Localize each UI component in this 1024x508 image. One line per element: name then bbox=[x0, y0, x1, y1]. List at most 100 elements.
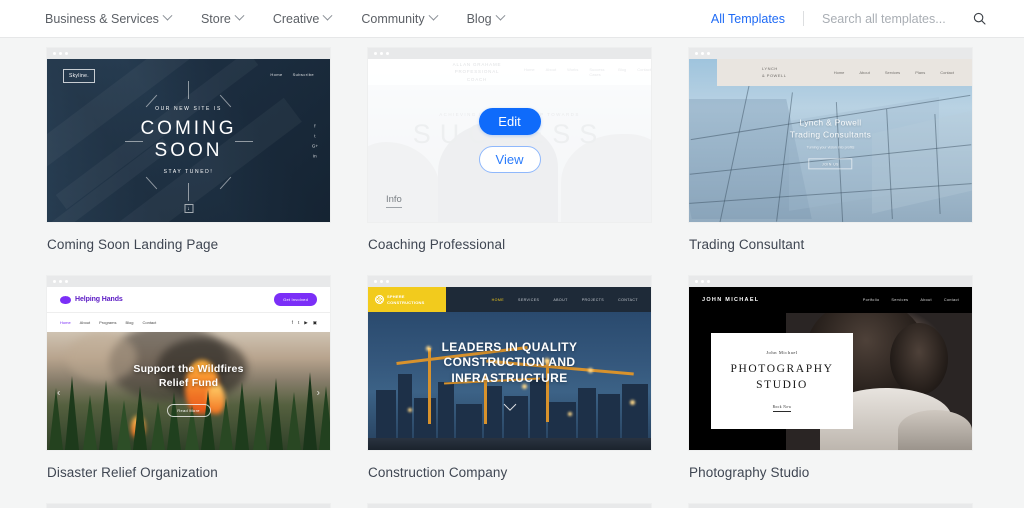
template-card-partial[interactable] bbox=[689, 504, 972, 508]
preview-headline-line1: LEADERS IN QUALITY bbox=[441, 340, 578, 354]
chrome-dot bbox=[65, 280, 68, 283]
preview-nav-item-active: HOME bbox=[491, 297, 505, 302]
template-thumbnail[interactable]: Skyline. Home Subscribe OUR NEW SITE IS … bbox=[47, 48, 330, 222]
preview-card-button: Book Now bbox=[772, 405, 792, 412]
preview-topbar: SPHERE CONSTRUCTIONS HOME SERVICES ABOUT… bbox=[368, 287, 651, 312]
nav-item-business-services[interactable]: Business & Services bbox=[45, 10, 173, 26]
preview-nav-item: CONTACT bbox=[618, 297, 638, 302]
template-preview: Helping Hands Get Involved Home About Pr… bbox=[47, 287, 330, 450]
carousel-prev-icon: ‹ bbox=[57, 387, 61, 399]
browser-chrome-bar bbox=[368, 504, 651, 508]
search-input[interactable] bbox=[822, 11, 957, 26]
chrome-dot bbox=[374, 280, 377, 283]
template-card-trading-consultant[interactable]: LYNCH & POWELL Home About Services Plans… bbox=[689, 48, 972, 252]
header-right: All Templates bbox=[711, 11, 986, 26]
view-button[interactable]: View bbox=[478, 146, 541, 173]
template-title[interactable]: Coming Soon Landing Page bbox=[47, 237, 330, 252]
chrome-dot bbox=[707, 280, 710, 283]
linkedin-icon: in bbox=[313, 153, 317, 158]
preview-nav-item: Contact bbox=[943, 298, 959, 302]
nav-item-community[interactable]: Community bbox=[361, 10, 439, 26]
nav-label: Blog bbox=[466, 11, 492, 26]
preview-hero: Lynch & Powell Trading Consultants Turni… bbox=[790, 116, 871, 170]
template-card-coaching-professional[interactable]: ALLAN GRAHAME PROFESSIONAL COACH Home Ab… bbox=[368, 48, 651, 252]
template-title[interactable]: Disaster Relief Organization bbox=[47, 465, 330, 480]
preview-social-links: f t ▶ ▣ bbox=[292, 320, 317, 326]
preview-nav-item: ABOUT bbox=[553, 297, 568, 302]
facebook-icon: f bbox=[314, 123, 316, 128]
template-card-construction-company[interactable]: SPHERE CONSTRUCTIONS HOME SERVICES ABOUT… bbox=[368, 276, 651, 480]
preview-social-links: f t G+ in bbox=[312, 123, 318, 158]
preview-nav-item: Services bbox=[884, 70, 901, 75]
nav-item-store[interactable]: Store bbox=[200, 10, 245, 26]
twitter-icon: t bbox=[314, 133, 316, 138]
chrome-dot bbox=[53, 280, 56, 283]
preview-brand-name: Helping Hands bbox=[75, 296, 123, 303]
browser-chrome-bar bbox=[368, 276, 651, 287]
nav-item-creative[interactable]: Creative bbox=[273, 10, 333, 26]
preview-headline: LEADERS IN QUALITY CONSTRUCTION AND INFR… bbox=[368, 340, 651, 386]
template-thumbnail[interactable] bbox=[689, 504, 972, 508]
preview-nav: Home About Programs Blog Contact bbox=[60, 320, 156, 325]
trading-preview: LYNCH & POWELL Home About Services Plans… bbox=[689, 59, 972, 222]
info-button[interactable]: Info bbox=[386, 194, 402, 208]
search-button[interactable] bbox=[973, 12, 986, 25]
preview-nav-bar: Home About Programs Blog Contact f t ▶ ▣ bbox=[47, 313, 330, 332]
chrome-dot bbox=[701, 280, 704, 283]
preview-ground bbox=[368, 438, 651, 450]
template-card-photography-studio[interactable]: JOHN MICHAEL Portfolio Services About Co… bbox=[689, 276, 972, 480]
preview-headline-line1: COMING bbox=[140, 117, 237, 139]
template-card-partial[interactable] bbox=[368, 504, 651, 508]
preview-nav-item: About bbox=[79, 320, 91, 325]
preview-topbar: LYNCH & POWELL Home About Services Plans… bbox=[717, 59, 972, 86]
template-card-disaster-relief[interactable]: Helping Hands Get Involved Home About Pr… bbox=[47, 276, 330, 480]
nav-label: Community bbox=[361, 11, 425, 26]
nav-label: Store bbox=[200, 11, 231, 26]
template-title[interactable]: Trading Consultant bbox=[689, 237, 972, 252]
preview-subtext: STAY TUNED! bbox=[163, 169, 214, 176]
youtube-icon: ▶ bbox=[304, 319, 308, 325]
photography-preview: JOHN MICHAEL Portfolio Services About Co… bbox=[689, 287, 972, 450]
browser-chrome-bar bbox=[47, 48, 330, 59]
preview-brand-name: JOHN MICHAEL bbox=[702, 297, 760, 303]
preview-hero: Support the Wildfires Relief Fund Read M… bbox=[47, 332, 330, 450]
template-thumbnail[interactable]: LYNCH & POWELL Home About Services Plans… bbox=[689, 48, 972, 222]
nav-item-blog[interactable]: Blog bbox=[466, 10, 506, 26]
template-thumbnail[interactable] bbox=[47, 504, 330, 508]
preview-card-name: John Michael bbox=[766, 350, 798, 356]
edit-button[interactable]: Edit bbox=[478, 108, 541, 135]
sphere-logo-icon bbox=[375, 295, 384, 304]
template-row: Skyline. Home Subscribe OUR NEW SITE IS … bbox=[0, 48, 1024, 252]
template-card-partial[interactable] bbox=[47, 504, 330, 508]
template-preview: SPHERE CONSTRUCTIONS HOME SERVICES ABOUT… bbox=[368, 287, 651, 450]
template-thumbnail[interactable]: SPHERE CONSTRUCTIONS HOME SERVICES ABOUT… bbox=[368, 276, 651, 450]
browser-chrome-bar bbox=[47, 276, 330, 287]
preview-hero-button: Read More bbox=[166, 404, 211, 417]
chrome-dot bbox=[374, 52, 377, 55]
preview-subtitle: Turning your vision into profits bbox=[806, 145, 855, 150]
template-title[interactable]: Construction Company bbox=[368, 465, 651, 480]
chevron-down-icon bbox=[322, 10, 333, 21]
chevron-down-icon bbox=[495, 10, 506, 21]
preview-nav: Home About Services Plans Contact bbox=[834, 70, 954, 75]
template-card-coming-soon[interactable]: Skyline. Home Subscribe OUR NEW SITE IS … bbox=[47, 48, 330, 252]
template-thumbnail[interactable] bbox=[368, 504, 651, 508]
coming-soon-preview: Skyline. Home Subscribe OUR NEW SITE IS … bbox=[47, 59, 330, 222]
preview-eyebrow: OUR NEW SITE IS bbox=[155, 105, 222, 112]
template-thumbnail[interactable]: ALLAN GRAHAME PROFESSIONAL COACH Home Ab… bbox=[368, 48, 651, 222]
template-thumbnail[interactable]: Helping Hands Get Involved Home About Pr… bbox=[47, 276, 330, 450]
preview-nav-item: Subscribe bbox=[292, 72, 314, 77]
template-title[interactable]: Coaching Professional bbox=[368, 237, 651, 252]
preview-headline-line2: Relief Fund bbox=[158, 377, 219, 390]
preview-brand-bar: Helping Hands Get Involved bbox=[47, 287, 330, 313]
chevron-down-icon bbox=[428, 10, 439, 21]
chrome-dot bbox=[59, 280, 62, 283]
template-title[interactable]: Photography Studio bbox=[689, 465, 972, 480]
template-preview: JOHN MICHAEL Portfolio Services About Co… bbox=[689, 287, 972, 450]
template-thumbnail[interactable]: JOHN MICHAEL Portfolio Services About Co… bbox=[689, 276, 972, 450]
chevron-down-icon bbox=[234, 10, 245, 21]
preview-headline-line3: INFRASTRUCTURE bbox=[451, 370, 568, 385]
nav-label: Business & Services bbox=[45, 11, 159, 26]
browser-chrome-bar bbox=[368, 48, 651, 59]
all-templates-link[interactable]: All Templates bbox=[711, 12, 785, 26]
